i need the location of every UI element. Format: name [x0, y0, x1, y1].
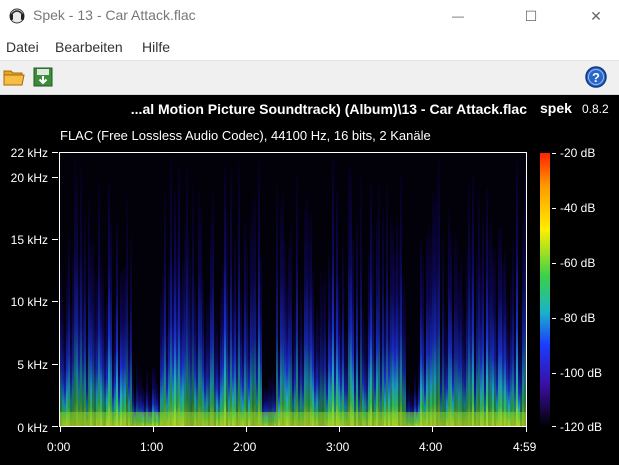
time-label: 1:00: [140, 440, 164, 454]
spek-app-icon: [9, 8, 25, 24]
menu-hilfe[interactable]: Hilfe: [142, 39, 170, 55]
freq-label: 5 kHz: [17, 358, 48, 372]
db-label: -20 dB: [560, 146, 596, 160]
freq-label: 15 kHz: [10, 233, 48, 247]
spectrogram-image: [60, 153, 526, 426]
freq-label: 22 kHz: [10, 146, 48, 160]
open-button[interactable]: [2, 65, 28, 91]
menu-datei[interactable]: Datei: [6, 39, 39, 55]
maximize-button[interactable]: ☐: [508, 0, 554, 32]
time-label: 4:59: [513, 440, 537, 454]
window-title: Spek - 13 - Car Attack.flac: [33, 7, 196, 23]
help-icon: ?: [585, 66, 607, 88]
close-icon: ✕: [590, 7, 602, 24]
file-title: ...al Motion Picture Soundtrack) (Album)…: [130, 101, 527, 117]
menu-bar: Datei Bearbeiten Hilfe: [0, 32, 619, 60]
toolbar: ?: [0, 60, 619, 95]
db-label: -40 dB: [560, 201, 596, 215]
db-label: -80 dB: [560, 311, 596, 325]
spectrogram-plot: [59, 152, 527, 427]
db-label: -60 dB: [560, 256, 596, 270]
app-brand: spek: [540, 100, 572, 116]
svg-text:?: ?: [592, 70, 600, 85]
freq-label: 0 kHz: [17, 421, 48, 435]
help-button[interactable]: ?: [584, 65, 610, 91]
close-button[interactable]: ✕: [573, 0, 619, 32]
db-label: -120 dB: [560, 420, 603, 434]
menu-bearbeiten[interactable]: Bearbeiten: [55, 39, 123, 55]
time-label: 4:00: [419, 440, 443, 454]
freq-label: 10 kHz: [10, 295, 48, 309]
app-version: 0.8.2: [582, 102, 609, 116]
time-label: 3:00: [326, 440, 350, 454]
save-button[interactable]: [31, 65, 57, 91]
audio-info: FLAC (Free Lossless Audio Codec), 44100 …: [60, 128, 431, 143]
freq-label: 20 kHz: [10, 171, 48, 185]
minimize-icon: —: [452, 9, 464, 23]
save-icon: [33, 67, 53, 87]
spectrogram-view: ...al Motion Picture Soundtrack) (Album)…: [0, 95, 619, 465]
maximize-icon: ☐: [524, 7, 538, 24]
db-label: -100 dB: [560, 366, 603, 380]
folder-icon: [3, 70, 25, 86]
time-label: 2:00: [233, 440, 257, 454]
time-label: 0:00: [47, 440, 71, 454]
db-color-scale: [540, 153, 550, 427]
title-bar: Spek - 13 - Car Attack.flac — ☐ ✕: [0, 0, 619, 32]
minimize-button[interactable]: —: [435, 0, 481, 32]
